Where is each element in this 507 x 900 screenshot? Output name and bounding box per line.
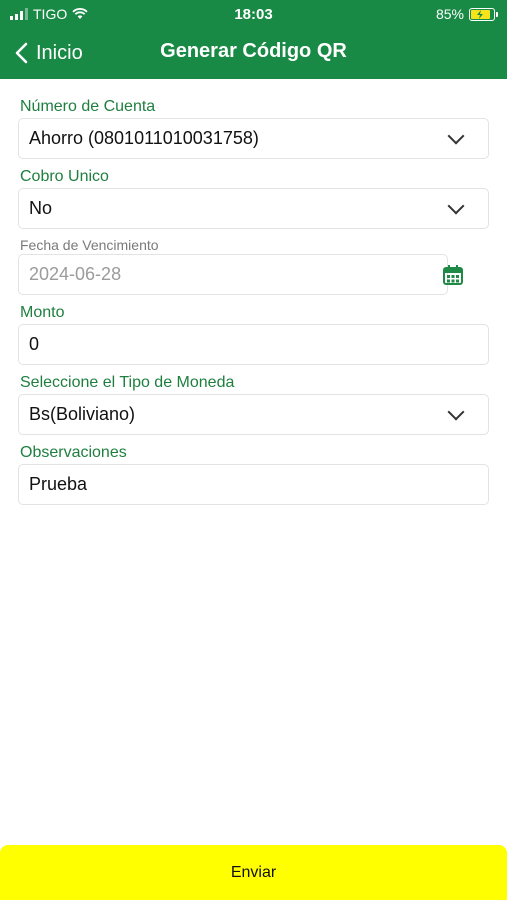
app-header: TIGO 18:03 85% Inicio Generar Código QR — [0, 0, 507, 79]
enviar-label: Enviar — [230, 863, 277, 881]
moneda-select[interactable]: Bs(Boliviano) — [18, 394, 489, 435]
observaciones-value: Prueba — [29, 474, 88, 494]
cuenta-label: Número de Cuenta — [20, 98, 156, 115]
monto-label: Monto — [20, 304, 65, 321]
fecha-field[interactable]: 2024-06-28 — [18, 254, 448, 295]
status-bar: TIGO 18:03 85% — [0, 0, 507, 28]
observaciones-input[interactable]: Prueba — [18, 464, 489, 505]
fecha-value: 2024-06-28 — [29, 264, 122, 284]
status-right: 85% — [435, 6, 498, 22]
observaciones-label: Observaciones — [20, 444, 127, 461]
fecha-label: Fecha de Vencimiento — [20, 237, 159, 253]
chevron-down-icon — [447, 403, 465, 421]
status-time: 18:03 — [234, 6, 273, 23]
battery-percent: 85% — [435, 6, 464, 22]
monto-value: 0 — [29, 334, 40, 354]
cobro-value: No — [29, 198, 53, 218]
cuenta-select[interactable]: Ahorro (0801011010031758) — [18, 118, 489, 159]
moneda-label: Seleccione el Tipo de Moneda — [20, 374, 235, 391]
page-title: Generar Código QR — [160, 40, 347, 62]
enviar-button[interactable]: Enviar — [0, 845, 507, 900]
chevron-down-icon — [447, 197, 465, 215]
cobro-label: Cobro Unico — [20, 168, 109, 185]
cobro-select[interactable]: No — [18, 188, 489, 229]
cuenta-value: Ahorro (0801011010031758) — [29, 128, 259, 148]
moneda-value: Bs(Boliviano) — [29, 404, 136, 424]
calendar-icon[interactable] — [442, 264, 464, 286]
battery-icon — [469, 7, 498, 21]
monto-input[interactable]: 0 — [18, 324, 489, 365]
chevron-down-icon — [447, 127, 465, 145]
